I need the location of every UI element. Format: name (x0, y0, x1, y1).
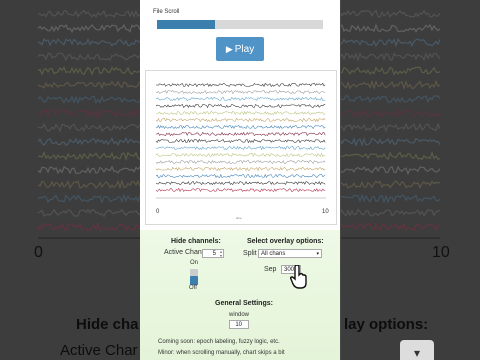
eeg-trace-8 (156, 131, 326, 137)
app-panel: File Scroll ▶ Play 0 10 time Hide channe… (140, 0, 340, 360)
eeg-trace-15 (155, 180, 326, 186)
bg-heading-right: lay options: (344, 316, 429, 333)
split-label: Split (243, 250, 257, 257)
play-button[interactable]: ▶ Play (216, 37, 264, 61)
eeg-chart-svg: 0 10 time (155, 82, 329, 220)
hide-channels-title: Hide channels: (171, 238, 221, 245)
eeg-trace-13 (155, 166, 326, 172)
split-select[interactable]: All chans ▾ (258, 249, 322, 258)
bg-heading-left: Hide cha (76, 316, 139, 333)
active-chan-stepper[interactable]: 5 ▴ ▾ (202, 249, 224, 258)
bg-tick-0: 0 (34, 244, 43, 261)
window-stepper[interactable]: 10 (229, 320, 249, 329)
toggle-off-label: Off (189, 285, 197, 291)
bg-tick-10: 10 (432, 244, 450, 261)
active-chan-label: Active Chan (164, 249, 202, 256)
eeg-trace-3 (155, 96, 326, 101)
eeg-trace-14 (155, 173, 326, 179)
eeg-trace-5 (155, 111, 326, 116)
hand-cursor-icon (290, 265, 307, 289)
overlay-title: Select overlay options: (247, 238, 324, 245)
sep-label: Sep (264, 266, 277, 273)
eeg-trace-6 (155, 117, 326, 123)
x-axis-label: time (236, 216, 242, 220)
chevron-down-icon: ▾ (316, 251, 319, 257)
file-scroll-label: File Scroll (153, 9, 180, 15)
file-scroll-fill (157, 20, 216, 29)
app-divider (340, 0, 341, 360)
eeg-trace-11 (155, 152, 326, 158)
eeg-traces (155, 82, 326, 193)
eeg-chart: 0 10 time (145, 70, 337, 225)
note-coming-soon: Coming soon: epoch labeling, fuzzy logic… (158, 339, 280, 345)
bg-subtext-left: Active Char (60, 342, 138, 359)
x-tick-10: 10 (322, 209, 329, 215)
play-button-label: Play (234, 43, 255, 55)
eeg-trace-10 (155, 145, 326, 151)
channel-toggle-knob (190, 276, 198, 285)
eeg-trace-12 (155, 160, 326, 165)
stepper-arrows-icon: ▴ ▾ (219, 249, 222, 258)
eeg-trace-16 (155, 187, 326, 193)
general-settings-title: General Settings: (215, 300, 273, 307)
file-scroll-bar[interactable] (157, 20, 323, 29)
window-label: window (229, 312, 250, 318)
note-scroll-bug: Minor: when scrolling manually, chart sk… (158, 350, 285, 356)
controls-panel: Hide channels: Active Chan 5 ▴ ▾ On Off S… (140, 230, 340, 360)
eeg-trace-7 (155, 124, 326, 130)
eeg-trace-4 (155, 103, 326, 109)
eeg-trace-1 (156, 82, 326, 88)
toggle-on-label: On (190, 260, 199, 266)
eeg-trace-2 (155, 89, 326, 95)
bg-select-arrow: ▾ (400, 340, 434, 360)
eeg-trace-9 (155, 138, 326, 144)
x-tick-0: 0 (156, 209, 160, 215)
play-icon: ▶ (225, 43, 233, 54)
